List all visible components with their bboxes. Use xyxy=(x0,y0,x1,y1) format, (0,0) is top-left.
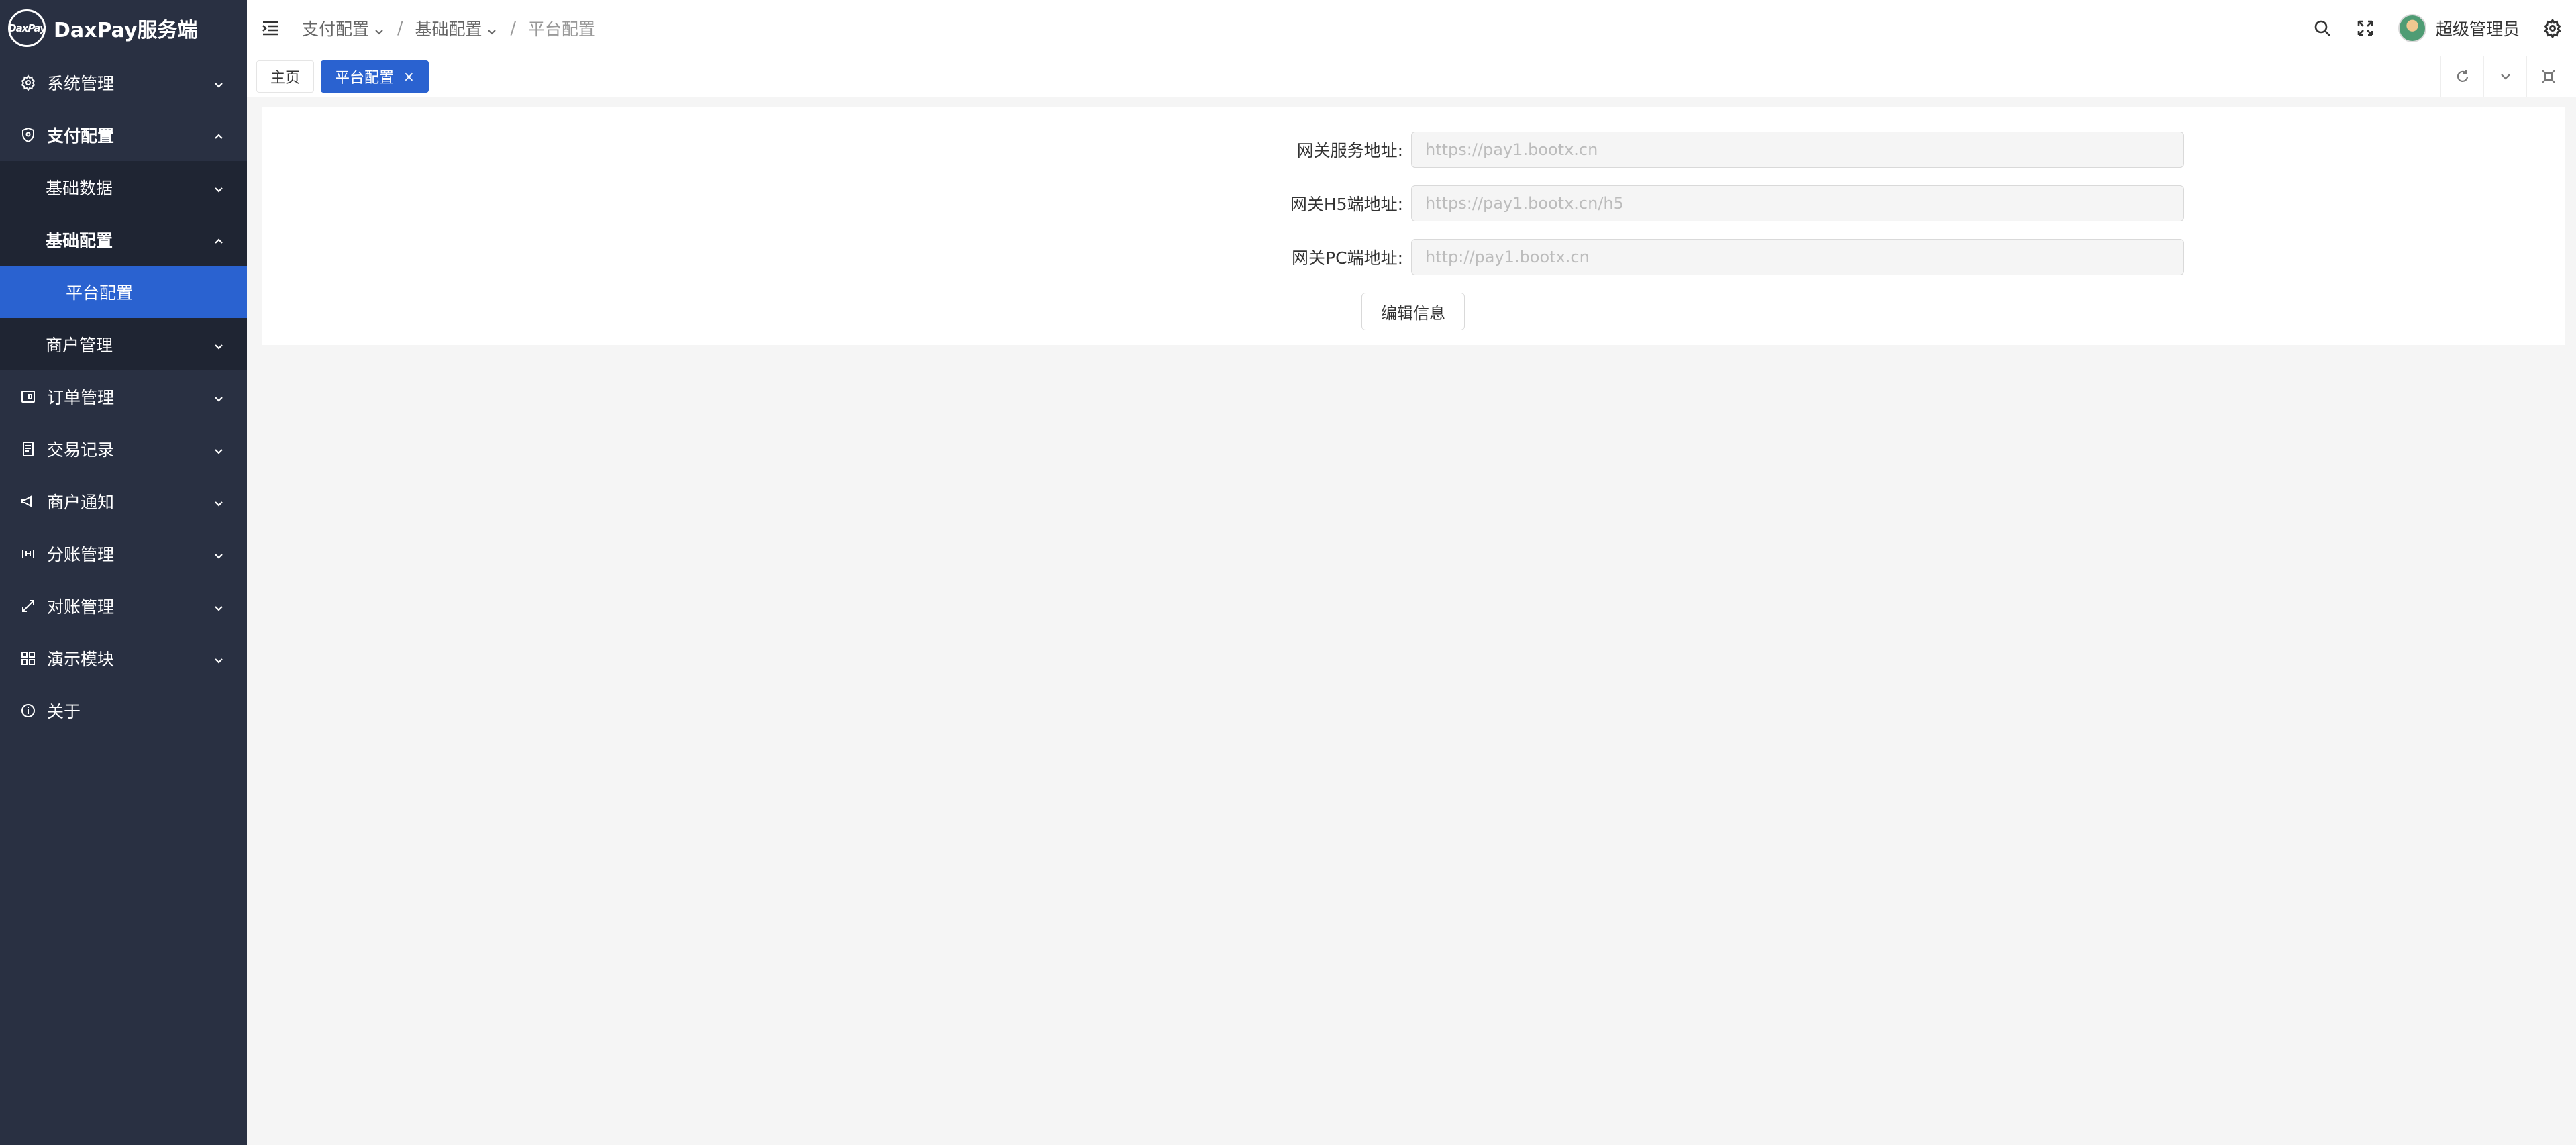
breadcrumb-current: 平台配置 xyxy=(528,16,595,40)
edit-info-button[interactable]: 编辑信息 xyxy=(1361,293,1465,330)
sidebar-item-split[interactable]: 分账管理 xyxy=(0,528,247,580)
expand-icon[interactable] xyxy=(2526,56,2569,97)
sidebar-item-label: 交易记录 xyxy=(47,440,115,460)
payment-config-submenu: 基础数据 基础配置 平台配置 商户管理 xyxy=(0,161,247,370)
sidebar-item-label: 系统管理 xyxy=(47,74,115,93)
sidebar-item-label: 平台配置 xyxy=(66,283,134,303)
top-header: 支付配置 / 基础配置 / 平台配置 超级管理员 xyxy=(247,0,2576,56)
gateway-h5-label: 网关H5端地址: xyxy=(1290,195,1403,214)
chevron-down-icon xyxy=(212,599,225,613)
form-row-gateway-h5: 网关H5端地址: xyxy=(1021,185,2184,221)
app-title: DaxPay服务端 xyxy=(54,19,198,42)
sidebar-item-label: 演示模块 xyxy=(47,650,115,669)
record-icon xyxy=(19,440,38,458)
breadcrumb-item[interactable]: 支付配置 xyxy=(302,16,385,40)
chevron-down-icon[interactable] xyxy=(2483,56,2526,97)
header-actions: 超级管理员 xyxy=(2289,13,2576,42)
close-icon[interactable]: × xyxy=(403,68,415,85)
sidebar-item-basic-config[interactable]: 基础配置 xyxy=(0,213,247,266)
breadcrumb-item[interactable]: 基础配置 xyxy=(415,16,498,40)
sidebar-item-orders[interactable]: 订单管理 xyxy=(0,370,247,423)
megaphone-icon xyxy=(19,492,38,511)
chevron-down-icon xyxy=(212,76,225,89)
sidebar-item-basic-data[interactable]: 基础数据 xyxy=(0,161,247,213)
search-icon[interactable] xyxy=(2312,18,2332,38)
breadcrumb-separator: / xyxy=(397,18,403,38)
sidebar-item-label: 基础配置 xyxy=(46,231,113,250)
chevron-down-icon xyxy=(212,547,225,560)
gateway-service-label: 网关服务地址: xyxy=(1296,141,1403,160)
sidebar-item-label: 关于 xyxy=(47,702,81,721)
chevron-down-icon xyxy=(486,22,498,34)
breadcrumb-label: 平台配置 xyxy=(527,19,595,39)
tab-bar: 主页 平台配置 × xyxy=(247,56,2576,97)
sidebar-item-payment-config[interactable]: 支付配置 xyxy=(0,109,247,161)
gateway-pc-input[interactable] xyxy=(1411,239,2184,275)
app-logo[interactable]: DaxPay DaxPay服务端 xyxy=(0,0,247,56)
platform-config-card: 网关服务地址: 网关H5端地址: 网关PC端地址: 编辑信息 xyxy=(262,107,2565,345)
sidebar-item-label: 商户管理 xyxy=(46,336,113,355)
sidebar-item-transactions[interactable]: 交易记录 xyxy=(0,423,247,475)
gateway-service-input[interactable] xyxy=(1411,132,2184,168)
chevron-down-icon xyxy=(212,338,225,351)
chevron-down-icon xyxy=(212,181,225,194)
tab-platform-config[interactable]: 平台配置 × xyxy=(321,60,429,93)
sidebar-item-reconcile[interactable]: 对账管理 xyxy=(0,580,247,632)
avatar[interactable] xyxy=(2398,13,2426,42)
sidebar-item-label: 基础数据 xyxy=(46,179,113,198)
gear-icon xyxy=(19,73,38,92)
sidebar-item-platform-config[interactable]: 平台配置 xyxy=(0,266,247,318)
refresh-icon[interactable] xyxy=(2440,56,2483,97)
logo-mark: DaxPay xyxy=(8,9,46,47)
sidebar-item-label: 分账管理 xyxy=(47,545,115,564)
chevron-down-icon xyxy=(212,495,225,508)
sidebar-item-merchant-management[interactable]: 商户管理 xyxy=(0,318,247,370)
sidebar-item-merchant-notify[interactable]: 商户通知 xyxy=(0,475,247,528)
sidebar-item-system[interactable]: 系统管理 xyxy=(0,56,247,109)
sidebar-item-label: 支付配置 xyxy=(47,126,115,146)
breadcrumb-label: 基础配置 xyxy=(415,19,482,39)
tab-home[interactable]: 主页 xyxy=(256,60,315,93)
breadcrumb: 支付配置 / 基础配置 / 平台配置 xyxy=(302,16,595,40)
fullscreen-icon[interactable] xyxy=(2355,18,2375,38)
grid-icon xyxy=(19,649,38,668)
tab-label: 主页 xyxy=(270,70,301,87)
sidebar: DaxPay DaxPay服务端 系统管理 支付配置 基础数据 基础配置 平台配… xyxy=(0,0,247,1145)
sidebar-item-demo[interactable]: 演示模块 xyxy=(0,632,247,685)
chevron-down-icon xyxy=(212,390,225,403)
split-icon xyxy=(19,544,38,563)
gateway-pc-label: 网关PC端地址: xyxy=(1292,248,1403,268)
gear-icon[interactable] xyxy=(2542,18,2563,38)
sidebar-item-about[interactable]: 关于 xyxy=(0,685,247,737)
chevron-down-icon xyxy=(212,442,225,456)
form-row-gateway-pc: 网关PC端地址: xyxy=(1021,239,2184,275)
sidebar-item-label: 订单管理 xyxy=(47,388,115,407)
form-row-gateway-service: 网关服务地址: xyxy=(1021,132,2184,168)
info-icon xyxy=(19,701,38,720)
username[interactable]: 超级管理员 xyxy=(2436,16,2520,40)
tab-actions xyxy=(2440,56,2576,97)
gateway-h5-input[interactable] xyxy=(1411,185,2184,221)
tab-label: 平台配置 xyxy=(335,70,395,87)
order-icon xyxy=(19,387,38,406)
menu-fold-icon[interactable] xyxy=(260,18,280,38)
chevron-down-icon xyxy=(212,652,225,665)
chevron-down-icon xyxy=(373,22,385,34)
sidebar-item-label: 商户通知 xyxy=(47,493,115,512)
sidebar-item-label: 对账管理 xyxy=(47,597,115,617)
chevron-up-icon xyxy=(212,128,225,142)
breadcrumb-separator: / xyxy=(510,18,516,38)
reconcile-icon xyxy=(19,597,38,615)
shield-icon xyxy=(19,126,38,144)
breadcrumb-label: 支付配置 xyxy=(302,19,370,39)
chevron-up-icon xyxy=(212,233,225,246)
